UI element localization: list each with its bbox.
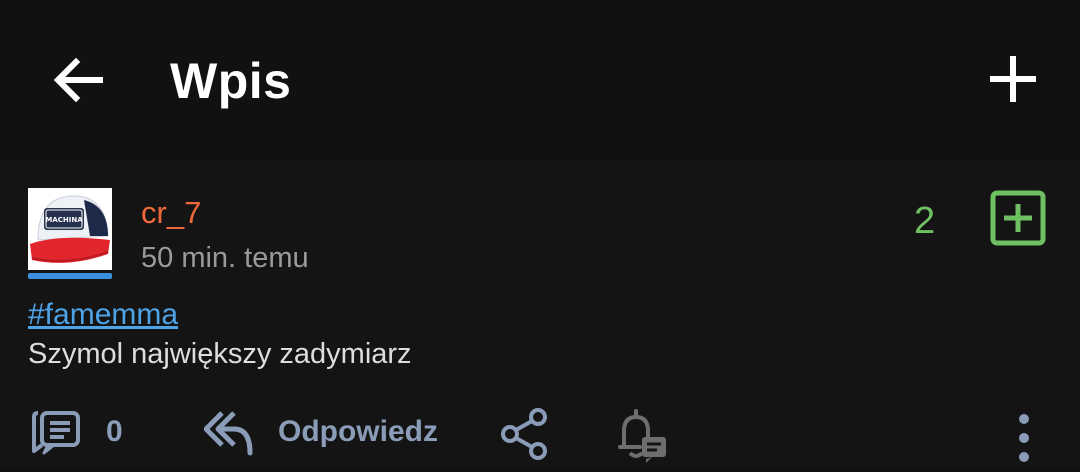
more-vert-icon: [1019, 414, 1029, 462]
post-text: Szymol największy zadymiarz: [28, 338, 412, 370]
comments-count: 0: [106, 415, 123, 448]
reply-all-icon: [203, 411, 253, 456]
page-title: Wpis: [170, 53, 292, 109]
reply-button[interactable]: [203, 409, 254, 457]
username-link[interactable]: cr_7: [141, 195, 201, 231]
upvote-button[interactable]: [990, 190, 1046, 246]
reply-label[interactable]: Odpowiedz: [278, 415, 438, 449]
avatar-logo-text: MACHINA: [45, 216, 83, 224]
timestamp: 50 min. temu: [141, 242, 309, 274]
plus-box-icon: [990, 190, 1046, 246]
avatar-status-bar: [28, 273, 112, 279]
notify-button[interactable]: [614, 407, 668, 463]
app-bar: Wpis: [0, 0, 1080, 160]
arrow-back-icon: [53, 57, 103, 103]
comments-button[interactable]: [30, 407, 82, 459]
more-options-button[interactable]: [1010, 409, 1038, 467]
add-button[interactable]: [982, 48, 1044, 110]
post-actions: 0 Odpowiedz: [0, 403, 1080, 467]
share-icon: [501, 408, 547, 460]
cap-image: MACHINA: [28, 188, 112, 270]
share-button[interactable]: [500, 407, 550, 461]
vote-count: 2: [914, 200, 936, 242]
back-button[interactable]: [48, 50, 108, 110]
bell-message-icon: [618, 409, 666, 463]
comments-icon: [32, 411, 80, 455]
avatar[interactable]: MACHINA: [28, 188, 112, 270]
post-card: MACHINA cr_7 50 min. temu 2 #famemma Szy…: [0, 160, 1080, 467]
plus-icon: [990, 56, 1036, 102]
hashtag-link[interactable]: #famemma: [28, 298, 178, 332]
